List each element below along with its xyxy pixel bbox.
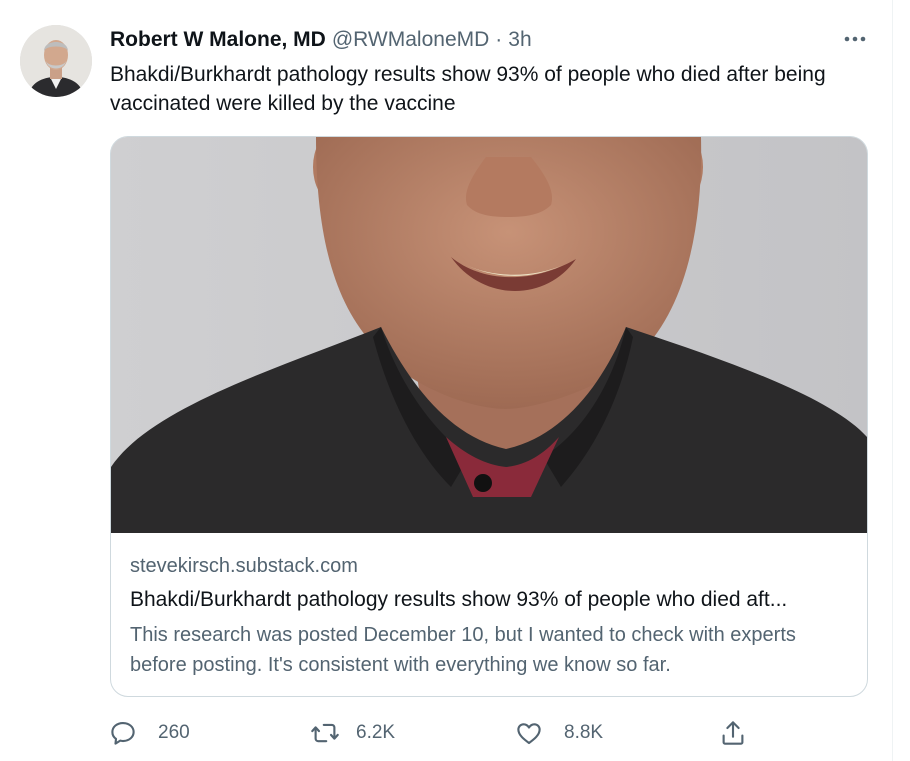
tweet-text: Bhakdi/Burkhardt pathology results show … xyxy=(110,63,826,115)
card-domain: stevekirsch.substack.com xyxy=(130,555,358,577)
card-title: Bhakdi/Burkhardt pathology results show … xyxy=(130,588,788,611)
tweet-actions: 260 6.2K 8.8K xyxy=(108,716,758,750)
retweet-count: 6.2K xyxy=(356,722,396,743)
tweet-timestamp[interactable]: 3h xyxy=(508,28,531,52)
reply-count: 260 xyxy=(158,722,190,743)
card-image[interactable] xyxy=(111,137,867,533)
like-count: 8.8K xyxy=(564,722,604,743)
author-name[interactable]: Robert W Malone, MD xyxy=(110,28,326,52)
share-icon xyxy=(722,721,744,745)
like-icon xyxy=(517,723,541,745)
card-description: This research was posted December 10, bu… xyxy=(130,624,796,676)
reply-icon xyxy=(111,721,135,745)
author-handle[interactable]: @RWMaloneMD xyxy=(332,28,489,52)
more-options-icon[interactable] xyxy=(838,26,872,52)
author-avatar[interactable] xyxy=(20,25,92,97)
tweet[interactable]: Robert W Malone, MD @RWMaloneMD · 3h Bha… xyxy=(0,0,893,761)
tweet-header: Robert W Malone, MD @RWMaloneMD · 3h xyxy=(110,28,532,54)
retweet-button[interactable]: 6.2K xyxy=(310,716,395,750)
like-button[interactable]: 8.8K xyxy=(514,716,603,750)
separator-dot: · xyxy=(495,28,503,51)
reply-button[interactable]: 260 xyxy=(108,716,190,750)
retweet-icon xyxy=(311,723,339,743)
link-card[interactable]: stevekirsch.substack.com Bhakdi/Burkhard… xyxy=(110,136,868,697)
share-button[interactable] xyxy=(718,716,748,750)
